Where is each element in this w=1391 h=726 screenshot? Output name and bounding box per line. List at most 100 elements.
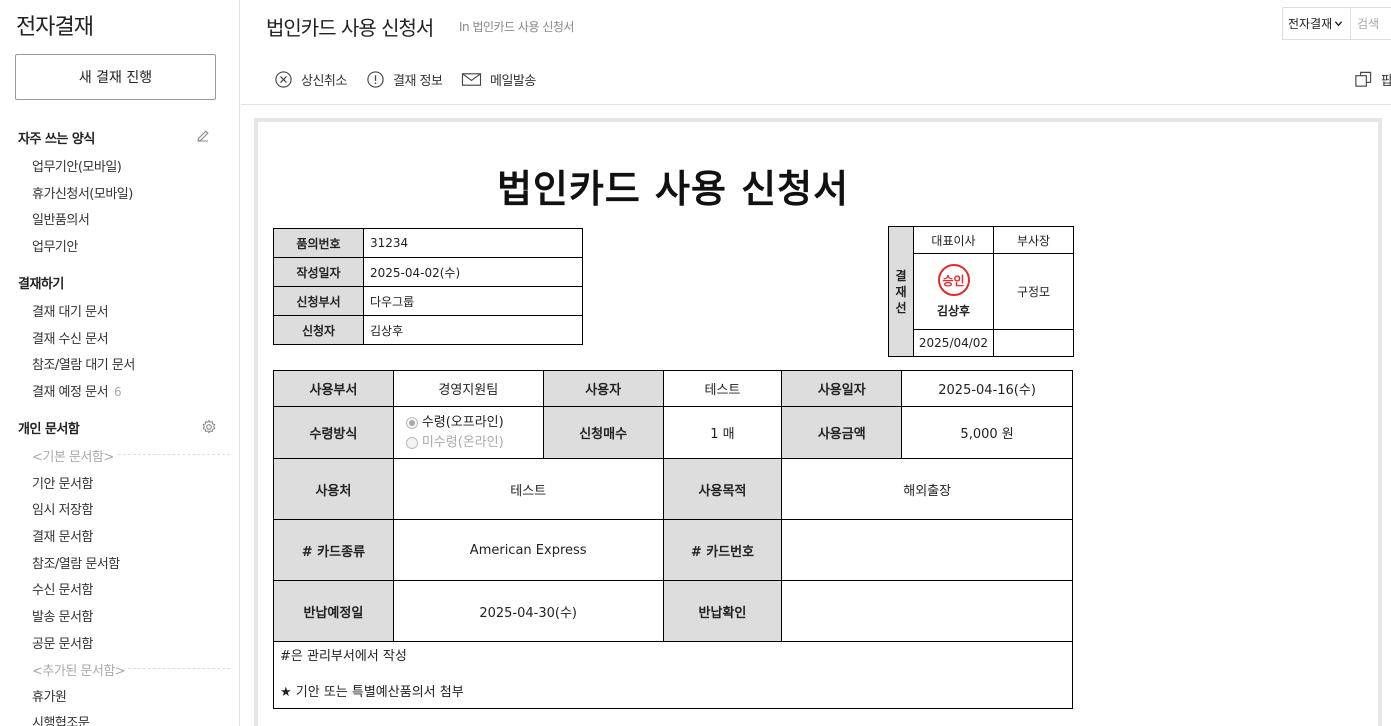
receive-online-option[interactable]: 미수령(온라인) xyxy=(405,433,539,453)
table-row: 작성일자 2025-04-02(수) xyxy=(273,257,583,287)
approval-header-row: 결 재 선 대표이사 부사장 xyxy=(888,226,1074,357)
return-check-label: 반납확인 xyxy=(662,580,783,642)
popup-icon xyxy=(1355,71,1372,87)
mail-icon xyxy=(461,73,482,86)
request-count-label: 신청매수 xyxy=(542,406,664,459)
cancel-submit-button[interactable]: 상신취소 xyxy=(274,70,347,89)
table-row: 신청자 김상후 xyxy=(273,315,583,345)
approval-line-table: 결 재 선 대표이사 부사장 승인 김상후 구정모 2025/04/02 xyxy=(888,226,1074,357)
sidebar-item-pending[interactable]: 결재 대기 문서 xyxy=(32,301,109,320)
scheduled-count-badge: 6 xyxy=(114,385,122,399)
table-row: 수령방식 수령(오프라인) 미수령(온라인) 신청매수 1 매 사용금액 5,0… xyxy=(273,406,1073,459)
app-title[interactable]: 전자결재 xyxy=(16,9,94,41)
table-row: 신청부서 다우그룹 xyxy=(273,286,583,316)
return-date-label: 반납예정일 xyxy=(273,580,394,642)
receive-offline-option[interactable]: 수령(오프라인) xyxy=(405,413,539,433)
sidebar-item-draft-box[interactable]: 기안 문서함 xyxy=(32,473,93,492)
purpose-label: 사용목적 xyxy=(662,458,783,520)
sidebar-item-scheduled-label: 결재 예정 문서 xyxy=(32,385,109,400)
request-dept-label: 신청부서 xyxy=(273,286,364,316)
table-row: #은 관리부서에서 작성 ★ 기안 또는 특별예산품의서 첨부 xyxy=(273,641,1073,709)
radio-offline[interactable] xyxy=(405,416,418,429)
table-row: # 카드종류 American Express # 카드번호 xyxy=(273,519,1073,581)
sidebar-item-reference-box[interactable]: 참조/열람 문서함 xyxy=(32,553,120,572)
sidebar-item-outbox[interactable]: 발송 문서함 xyxy=(32,606,93,625)
cancel-circle-icon xyxy=(275,71,292,88)
send-mail-button[interactable]: 메일발송 xyxy=(461,70,536,89)
document-info-table: 품의번호 31234 작성일자 2025-04-02(수) 신청부서 다우그룹 … xyxy=(273,228,583,345)
approver1-sign[interactable]: 승인 김상후 xyxy=(913,253,994,330)
sidebar-item-vacation[interactable]: 휴가원 xyxy=(32,686,67,705)
edit-icon[interactable] xyxy=(195,128,211,144)
doc-number-value: 31234 xyxy=(363,228,583,258)
user-label: 사용자 xyxy=(542,370,664,407)
gear-icon[interactable] xyxy=(201,419,217,435)
sidebar-item-reference-pending[interactable]: 참조/열람 대기 문서 xyxy=(32,354,135,373)
approval-stamp: 승인 xyxy=(937,264,970,296)
created-date-label: 작성일자 xyxy=(273,257,364,287)
approval-side-char-3: 선 xyxy=(895,300,907,315)
doc-number-label: 품의번호 xyxy=(273,228,364,258)
cancel-submit-label: 상신취소 xyxy=(301,74,347,89)
popup-button[interactable]: 팝 xyxy=(1354,70,1391,89)
breadcrumb: In 법인카드 사용 신청서 xyxy=(459,20,574,34)
user-value: 테스트 xyxy=(662,370,783,407)
use-date-value: 2025-04-16(수) xyxy=(901,370,1073,407)
basic-folder-label: <기본 문서함> xyxy=(32,450,114,465)
created-date-value: 2025-04-02(수) xyxy=(363,257,583,287)
use-dept-value: 경영지원팀 xyxy=(392,370,544,407)
card-request-table: 사용부서 경영지원팀 사용자 테스트 사용일자 2025-04-16(수) 수령… xyxy=(273,370,1073,709)
card-type-value: American Express xyxy=(392,519,664,581)
note-admin: #은 관리부서에서 작성 xyxy=(280,649,407,664)
approval-info-label: 결재 정보 xyxy=(393,74,443,89)
approval-line-label: 결 재 선 xyxy=(888,226,914,357)
added-folder-divider xyxy=(128,668,230,669)
request-count-value: 1 매 xyxy=(662,406,783,459)
card-number-label: # 카드번호 xyxy=(662,519,783,581)
favorites-title[interactable]: 자주 쓰는 양식 xyxy=(18,128,95,147)
search-input[interactable]: 검색 xyxy=(1351,15,1379,32)
approver1-title: 대표이사 xyxy=(913,226,994,254)
amount-label: 사용금액 xyxy=(781,406,903,459)
sidebar-item-favorite-4[interactable]: 업무기안 xyxy=(32,236,78,255)
radio-online[interactable] xyxy=(405,436,418,449)
send-mail-label: 메일발송 xyxy=(490,74,536,89)
receive-method-options: 수령(오프라인) 미수령(온라인) xyxy=(392,406,544,459)
table-row: 품의번호 31234 xyxy=(273,228,583,258)
sidebar-item-temp-box[interactable]: 임시 저장함 xyxy=(32,499,93,518)
sidebar-item-cooperation[interactable]: 시행협조문 xyxy=(32,712,90,726)
added-folder-label: <추가된 문서함> xyxy=(32,664,126,679)
table-row: 반납예정일 2025-04-30(수) 반납확인 xyxy=(273,580,1073,642)
form-title: 법인카드 사용 신청서 xyxy=(496,167,850,211)
card-number-value xyxy=(781,519,1073,581)
approver1-date: 2025/04/02 xyxy=(913,329,994,357)
sidebar-item-approval-box[interactable]: 결재 문서함 xyxy=(32,526,93,545)
place-value: 테스트 xyxy=(392,458,664,520)
notes-cell: #은 관리부서에서 작성 ★ 기안 또는 특별예산품의서 첨부 xyxy=(273,641,1073,709)
personal-title[interactable]: 개인 문서함 xyxy=(18,418,80,437)
sidebar-item-official-box[interactable]: 공문 문서함 xyxy=(32,633,93,652)
use-dept-label: 사용부서 xyxy=(273,370,394,407)
approver2-name[interactable]: 구정모 xyxy=(993,253,1074,330)
search-scope-select[interactable]: 전자결재 xyxy=(1283,8,1351,39)
header-divider xyxy=(241,104,1391,105)
receive-method-label: 수령방식 xyxy=(273,406,394,459)
sidebar-item-scheduled[interactable]: 결재 예정 문서 6 xyxy=(32,381,122,400)
search-scope-label: 전자결재 xyxy=(1288,17,1333,31)
approval-info-button[interactable]: 결재 정보 xyxy=(366,70,443,89)
receive-online-label: 미수령(온라인) xyxy=(421,434,504,450)
new-approval-button[interactable]: 새 결재 진행 xyxy=(15,54,216,100)
amount-value: 5,000 원 xyxy=(901,406,1073,459)
use-date-label: 사용일자 xyxy=(781,370,903,407)
approval-side-char-1: 결 xyxy=(895,268,907,283)
requester-value: 김상후 xyxy=(363,315,583,345)
popup-label: 팝 xyxy=(1381,74,1391,89)
approval-title[interactable]: 결재하기 xyxy=(18,273,64,292)
sidebar: 전자결재 새 결재 진행 자주 쓰는 양식 업무기안(모바일) 휴가신청서(모바… xyxy=(0,0,240,726)
requester-label: 신청자 xyxy=(273,315,364,345)
approval-side-char-2: 재 xyxy=(895,284,907,299)
sidebar-item-received[interactable]: 결재 수신 문서 xyxy=(32,328,109,347)
sidebar-item-inbox[interactable]: 수신 문서함 xyxy=(32,579,93,598)
return-date-value: 2025-04-30(수) xyxy=(392,580,664,642)
approval-date-row: 2025/04/02 xyxy=(889,329,1074,357)
